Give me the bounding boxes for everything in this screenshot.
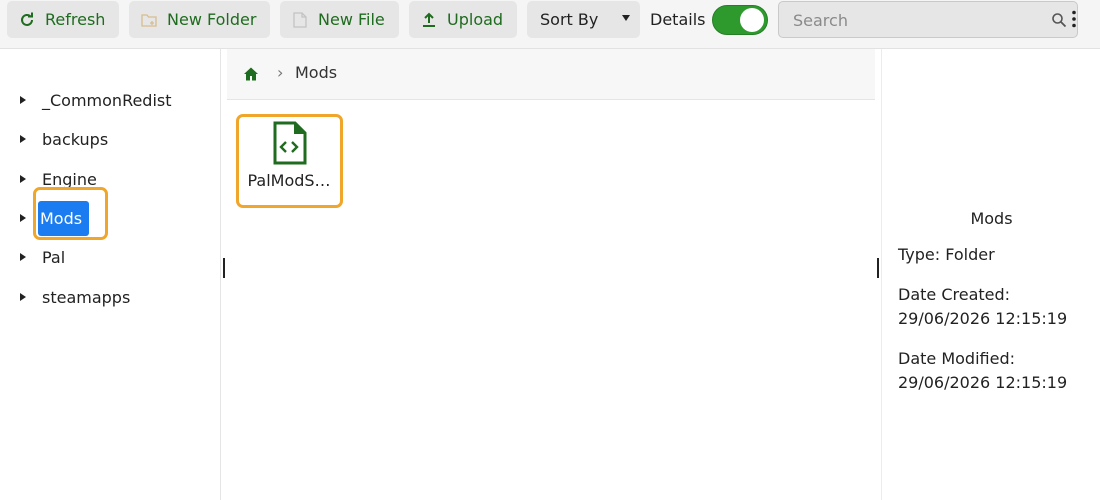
- file-list-area: PalModS…: [227, 100, 875, 500]
- details-created-label: Date Created:: [898, 285, 1011, 304]
- toolbar: Refresh New Folder New File Upload Sort …: [0, 0, 1100, 49]
- tree-item-steamapps[interactable]: steamapps: [20, 283, 132, 311]
- new-folder-label: New Folder: [167, 10, 257, 29]
- right-pane-resize-handle[interactable]: [877, 258, 879, 278]
- details-type: Type: Folder: [898, 245, 995, 264]
- breadcrumb-separator: ›: [277, 63, 284, 82]
- new-file-button[interactable]: New File: [280, 1, 399, 38]
- home-icon[interactable]: [243, 66, 259, 82]
- expand-arrow-icon[interactable]: [20, 214, 26, 222]
- details-name: Mods: [970, 209, 1013, 228]
- details-toggle[interactable]: [712, 5, 768, 35]
- breadcrumb: › Mods: [227, 49, 875, 100]
- file-name: PalModS…: [247, 171, 331, 190]
- expand-arrow-icon[interactable]: [20, 253, 26, 261]
- tree-item-label: steamapps: [42, 287, 131, 307]
- tree-item-mods[interactable]: Mods: [20, 200, 90, 236]
- toggle-knob: [740, 8, 764, 32]
- details-created-value: 29/06/2026 12:15:19: [898, 309, 1068, 328]
- new-file-icon: [291, 11, 309, 29]
- tree-item-commonredist[interactable]: _CommonRedist: [20, 86, 174, 114]
- tree-item-label: Pal: [42, 247, 66, 267]
- expand-arrow-icon[interactable]: [20, 96, 26, 104]
- new-folder-button[interactable]: New Folder: [129, 1, 270, 38]
- details-modified-value: 29/06/2026 12:15:19: [898, 373, 1068, 392]
- upload-label: Upload: [447, 10, 504, 29]
- details-label: Details: [650, 10, 706, 29]
- search-placeholder: Search: [793, 11, 848, 30]
- search-input[interactable]: Search: [778, 1, 1078, 38]
- refresh-icon: [18, 11, 36, 29]
- expand-arrow-icon[interactable]: [20, 135, 26, 143]
- new-file-label: New File: [318, 10, 385, 29]
- refresh-label: Refresh: [45, 10, 106, 29]
- search-icon: [1052, 13, 1067, 28]
- breadcrumb-current[interactable]: Mods: [295, 63, 337, 82]
- tree-item-engine[interactable]: Engine: [20, 165, 99, 193]
- expand-arrow-icon[interactable]: [20, 293, 26, 301]
- tree-item-label: Mods: [38, 200, 90, 236]
- expand-arrow-icon[interactable]: [20, 175, 26, 183]
- sort-by-dropdown[interactable]: Sort By: [527, 1, 640, 38]
- file-item[interactable]: PalModS…: [241, 120, 337, 205]
- details-modified-label: Date Modified:: [898, 349, 1015, 368]
- chevron-down-icon: [622, 15, 630, 21]
- sort-by-label: Sort By: [540, 10, 599, 29]
- tree-item-label: Engine: [42, 169, 97, 189]
- tree-item-label: backups: [42, 129, 109, 149]
- more-options-icon[interactable]: [1069, 9, 1079, 29]
- upload-icon: [420, 11, 438, 29]
- code-file-icon: [273, 121, 307, 165]
- details-panel: Mods Type: Folder Date Created: 29/06/20…: [881, 49, 1100, 500]
- upload-button[interactable]: Upload: [409, 1, 517, 38]
- tree-item-pal[interactable]: Pal: [20, 243, 67, 271]
- tree-item-backups[interactable]: backups: [20, 125, 110, 153]
- refresh-button[interactable]: Refresh: [7, 1, 119, 38]
- tree-item-label: _CommonRedist: [42, 90, 172, 110]
- left-pane-resize-handle[interactable]: [223, 258, 225, 278]
- navigation-tree: _CommonRedist backups Engine Mods Pal st…: [0, 49, 221, 500]
- new-folder-icon: [140, 11, 158, 29]
